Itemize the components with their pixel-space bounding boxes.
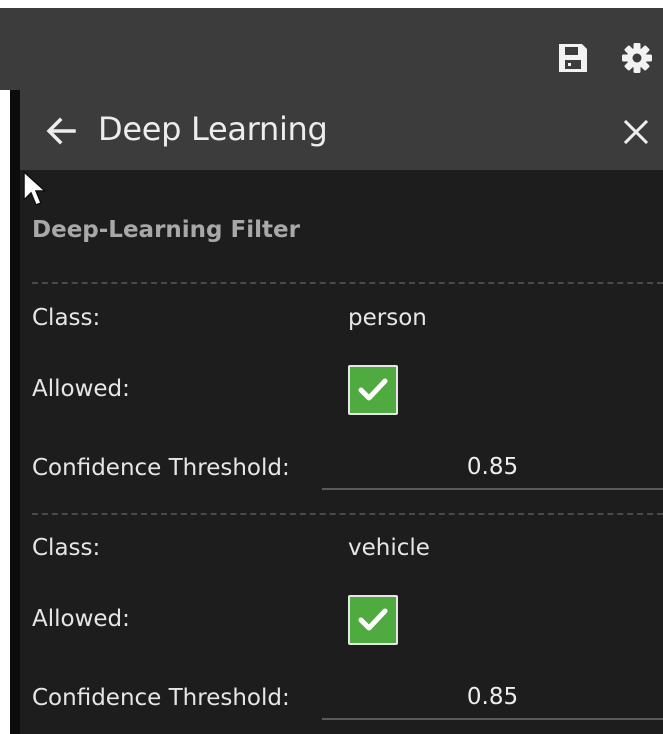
checkmark-icon xyxy=(358,378,388,401)
class-value: person xyxy=(348,305,427,331)
class-label: Class: xyxy=(32,305,101,331)
top-toolbar xyxy=(0,8,663,90)
panel-header: Deep Learning xyxy=(20,90,663,170)
allowed-checkbox[interactable] xyxy=(348,595,398,645)
arrow-left-icon[interactable] xyxy=(44,116,78,146)
divider xyxy=(32,282,663,284)
left-margin xyxy=(0,90,10,734)
close-icon[interactable] xyxy=(622,118,650,146)
mouse-cursor-icon xyxy=(23,170,47,206)
confidence-threshold-label: Confidence Threshold: xyxy=(32,685,290,711)
checkmark-icon xyxy=(358,608,388,631)
class-label: Class: xyxy=(32,535,101,561)
floppy-disk-icon[interactable] xyxy=(556,41,590,75)
allowed-checkbox[interactable] xyxy=(348,365,398,415)
gear-icon[interactable] xyxy=(620,41,654,75)
deep-learning-panel: Deep-Learning Filter Class: person Allow… xyxy=(20,170,663,734)
panel-left-edge xyxy=(10,90,20,734)
confidence-threshold-input[interactable] xyxy=(322,676,663,720)
class-value: vehicle xyxy=(348,535,430,561)
confidence-threshold-input[interactable] xyxy=(322,446,663,490)
allowed-label: Allowed: xyxy=(32,606,130,632)
section-title: Deep-Learning Filter xyxy=(32,217,300,243)
divider xyxy=(32,513,663,515)
allowed-label: Allowed: xyxy=(32,376,130,402)
confidence-threshold-label: Confidence Threshold: xyxy=(32,455,290,481)
panel-title: Deep Learning xyxy=(98,110,328,148)
